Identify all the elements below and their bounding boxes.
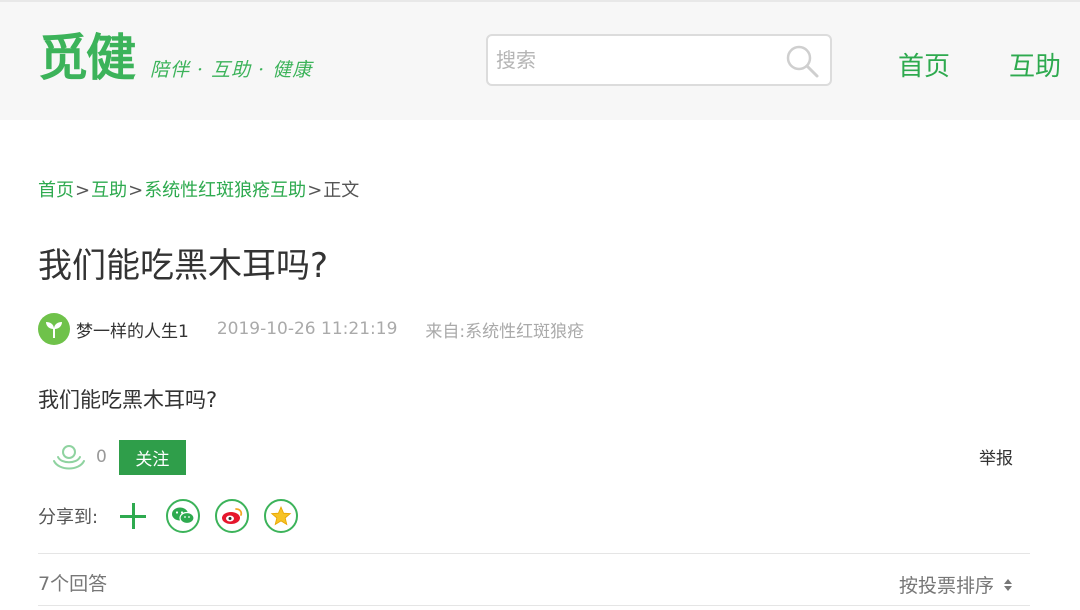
like-count: 0	[96, 447, 107, 467]
breadcrumb-home[interactable]: 首页	[38, 180, 74, 201]
breadcrumb-separator: >	[75, 180, 91, 201]
post-meta: 梦一样的人生1 2019-10-26 11:21:19 来自: 系统性红斑狼疮	[38, 312, 584, 346]
source-link[interactable]: 系统性红斑狼疮	[465, 317, 584, 342]
search-box	[486, 34, 832, 86]
search-input[interactable]	[496, 46, 776, 74]
search-icon[interactable]	[784, 43, 820, 79]
breadcrumb-separator: >	[307, 180, 323, 201]
logo-text: 觅健	[38, 28, 136, 87]
post-actions: 0 关注	[52, 439, 186, 475]
breadcrumb: 首页>互助>系统性红斑狼疮互助>正文	[38, 176, 359, 202]
site-header: 觅健 陪伴 · 互助 · 健康 首页 互助	[0, 0, 1080, 120]
sort-label: 按投票排序	[899, 575, 995, 597]
breadcrumb-mutual-help[interactable]: 互助	[91, 180, 127, 201]
qzone-icon[interactable]	[264, 499, 299, 533]
author-name[interactable]: 梦一样的人生1	[76, 317, 189, 342]
weibo-icon[interactable]	[215, 499, 250, 533]
source-label: 来自:	[425, 321, 466, 342]
breadcrumb-current: 正文	[323, 180, 360, 201]
like-icon[interactable]	[52, 440, 86, 474]
nav-mutual-help[interactable]: 互助	[1009, 46, 1061, 83]
answers-count: 7个回答	[38, 573, 108, 595]
divider	[38, 605, 1030, 606]
share-bar: 分享到:	[38, 498, 299, 534]
breadcrumb-separator: >	[128, 180, 144, 201]
nav-home[interactable]: 首页	[898, 46, 950, 83]
breadcrumb-sle-group[interactable]: 系统性红斑狼疮互助	[144, 180, 306, 201]
post-datetime: 2019-10-26 11:21:19	[216, 319, 398, 339]
plus-icon[interactable]	[118, 501, 148, 531]
sprout-icon	[46, 322, 62, 338]
post-body: 我们能吃黑木耳吗?	[38, 388, 218, 412]
avatar[interactable]	[38, 313, 70, 345]
report-link[interactable]: 举报	[979, 444, 1013, 469]
wechat-icon[interactable]	[166, 499, 201, 533]
site-logo[interactable]: 觅健 陪伴 · 互助 · 健康	[38, 28, 312, 88]
post-title: 我们能吃黑木耳吗?	[38, 246, 329, 286]
divider	[38, 553, 1030, 554]
sort-arrows-icon	[1004, 578, 1013, 591]
sort-control[interactable]: 按投票排序	[899, 571, 1013, 598]
logo-slogan: 陪伴 · 互助 · 健康	[150, 59, 313, 81]
follow-button[interactable]: 关注	[118, 439, 186, 475]
share-label: 分享到:	[38, 507, 99, 528]
